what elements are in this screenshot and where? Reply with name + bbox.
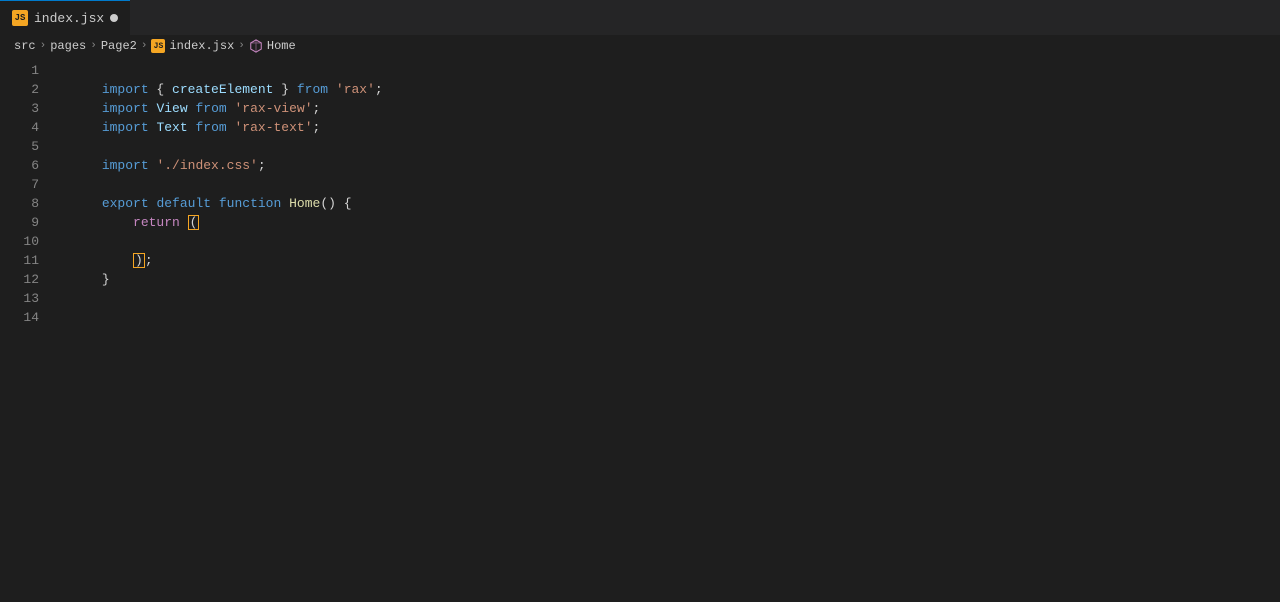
breadcrumb-sep-2: › (90, 40, 97, 52)
line-number-8: 8 (0, 194, 55, 213)
tab-index-jsx[interactable]: JS index.jsx (0, 0, 130, 35)
code-line-7: 7 export default function Home() { (0, 175, 1280, 194)
line-number-5: 5 (0, 137, 55, 156)
tab-bar: JS index.jsx (0, 0, 1280, 35)
breadcrumb-sep-3: › (141, 40, 148, 52)
breadcrumb-indexjsx: index.jsx (169, 39, 234, 53)
breadcrumb-home: Home (267, 39, 296, 53)
code-line-12: 12 (0, 270, 1280, 289)
line-number-14: 14 (0, 308, 55, 327)
line-number-9: 9 (0, 213, 55, 232)
js-file-icon: JS (12, 10, 28, 26)
line-number-13: 13 (0, 289, 55, 308)
breadcrumb-cube-icon (249, 39, 263, 53)
code-line-9: 9 (0, 213, 1280, 232)
line-number-7: 7 (0, 175, 55, 194)
code-line-5: 5 import './index.css'; (0, 137, 1280, 156)
code-line-8: 8 return ( (0, 194, 1280, 213)
line-number-12: 12 (0, 270, 55, 289)
line-number-11: 11 (0, 251, 55, 270)
breadcrumb-sep-1: › (40, 40, 47, 52)
code-line-11: 11 } (0, 251, 1280, 270)
line-number-4: 4 (0, 118, 55, 137)
tab-filename: index.jsx (34, 11, 104, 26)
code-line-2: 2 import View from 'rax-view'; (0, 80, 1280, 99)
code-line-10: 10 ); (0, 232, 1280, 251)
code-line-13: 13 (0, 289, 1280, 308)
line-number-10: 10 (0, 232, 55, 251)
code-line-1: 1 import { createElement } from 'rax'; (0, 61, 1280, 80)
breadcrumb-js-icon: JS (151, 39, 165, 53)
line-number-3: 3 (0, 99, 55, 118)
code-line-3: 3 import Text from 'rax-text'; (0, 99, 1280, 118)
breadcrumb: src › pages › Page2 › JS index.jsx › Hom… (0, 35, 1280, 57)
editor-content: 1 import { createElement } from 'rax'; 2… (0, 57, 1280, 602)
line-number-6: 6 (0, 156, 55, 175)
breadcrumb-page2: Page2 (101, 39, 137, 53)
code-line-4: 4 (0, 118, 1280, 137)
breadcrumb-pages: pages (50, 39, 86, 53)
code-line-14: 14 (0, 308, 1280, 327)
line-number-2: 2 (0, 80, 55, 99)
breadcrumb-src: src (14, 39, 36, 53)
code-line-6: 6 (0, 156, 1280, 175)
breadcrumb-sep-4: › (238, 40, 245, 52)
unsaved-dot (110, 14, 118, 22)
line-number-1: 1 (0, 61, 55, 80)
